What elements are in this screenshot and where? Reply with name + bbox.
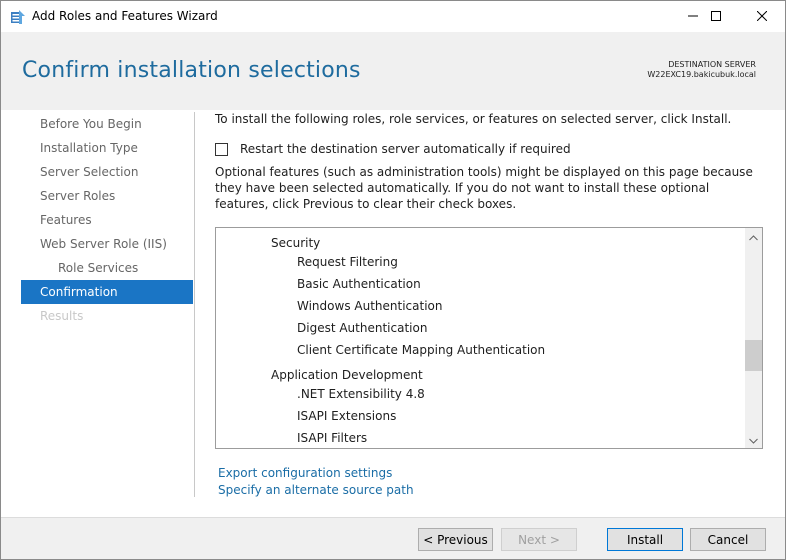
export-configuration-link[interactable]: Export configuration settings xyxy=(218,466,392,480)
chevron-up-icon xyxy=(749,230,758,244)
scroll-up-button[interactable] xyxy=(745,228,762,245)
list-item: .NET Extensibility 4.8 xyxy=(297,387,425,401)
server-manager-icon xyxy=(10,9,26,25)
sidebar-item-role-services[interactable]: Role Services xyxy=(21,256,193,280)
sidebar-item-confirmation[interactable]: Confirmation xyxy=(21,280,193,304)
sidebar-item-server-roles[interactable]: Server Roles xyxy=(21,184,193,208)
list-item: Windows Authentication xyxy=(297,299,443,313)
page-title: Confirm installation selections xyxy=(22,58,361,83)
maximize-icon xyxy=(711,10,721,24)
list-item: Client Certificate Mapping Authenticatio… xyxy=(297,343,546,357)
list-item: ISAPI Extensions xyxy=(297,409,397,423)
maximize-button[interactable] xyxy=(693,1,739,32)
sidebar-item-installation-type[interactable]: Installation Type xyxy=(21,136,193,160)
intro-text: To install the following roles, role ser… xyxy=(215,112,732,126)
wizard-footer: < Previous Next > Install Cancel xyxy=(1,517,785,559)
list-item: Request Filtering xyxy=(297,255,398,269)
chevron-down-icon xyxy=(749,433,758,447)
sidebar-divider xyxy=(194,112,195,497)
header-band: Confirm installation selections DESTINAT… xyxy=(1,32,785,110)
next-button[interactable]: Next > xyxy=(501,528,577,551)
scroll-down-button[interactable] xyxy=(745,431,762,448)
selections-listbox[interactable]: Security Request Filtering Basic Authent… xyxy=(215,227,763,449)
restart-checkbox[interactable] xyxy=(215,142,228,156)
optional-features-note: Optional features (such as administratio… xyxy=(215,165,753,211)
window-title: Add Roles and Features Wizard xyxy=(32,9,218,23)
restart-checkbox-label[interactable]: Restart the destination server automatic… xyxy=(240,142,571,156)
selections-list: Security Request Filtering Basic Authent… xyxy=(216,228,744,448)
close-button[interactable] xyxy=(739,1,785,32)
sidebar-item-before-you-begin[interactable]: Before You Begin xyxy=(21,112,193,136)
list-item: Digest Authentication xyxy=(297,321,428,335)
sidebar-item-server-selection[interactable]: Server Selection xyxy=(21,160,193,184)
wizard-window: Add Roles and Features Wizard Confirm in… xyxy=(0,0,786,560)
restart-option[interactable]: Restart the destination server automatic… xyxy=(215,141,571,157)
sidebar-item-web-server-role[interactable]: Web Server Role (IIS) xyxy=(21,232,193,256)
title-bar[interactable]: Add Roles and Features Wizard xyxy=(1,1,785,32)
list-item: Application Development xyxy=(271,368,423,382)
install-button[interactable]: Install xyxy=(607,528,683,551)
previous-button[interactable]: < Previous xyxy=(418,528,493,551)
list-item: Basic Authentication xyxy=(297,277,421,291)
alternate-source-path-link[interactable]: Specify an alternate source path xyxy=(218,483,414,497)
close-icon xyxy=(756,10,768,24)
list-item: ISAPI Filters xyxy=(297,431,368,445)
cancel-button[interactable]: Cancel xyxy=(690,528,766,551)
sidebar-item-results: Results xyxy=(40,309,84,323)
sidebar-item-features[interactable]: Features xyxy=(21,208,193,232)
scroll-thumb[interactable] xyxy=(745,340,762,371)
destination-server-name: W22EXC19.bakicubuk.local xyxy=(647,70,756,79)
list-scrollbar[interactable] xyxy=(745,228,762,448)
list-item: Security xyxy=(271,236,321,250)
